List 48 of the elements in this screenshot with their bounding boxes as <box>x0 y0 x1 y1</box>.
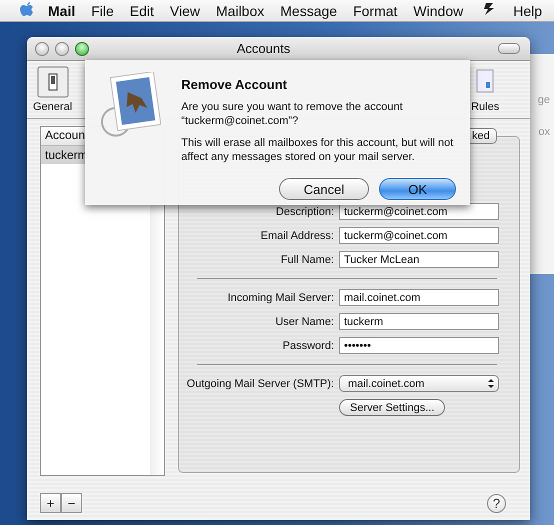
field-label: Password: <box>282 340 334 352</box>
field-label: Email Address: <box>260 230 334 242</box>
text-field[interactable]: tuckerm <box>339 313 499 330</box>
account-row[interactable]: tuckerm <box>41 146 85 164</box>
light-switch-icon <box>36 66 69 98</box>
text-field[interactable]: mail.coinet.com <box>339 289 499 306</box>
script-menu-icon[interactable] <box>483 2 496 16</box>
minimize-button[interactable] <box>55 42 69 56</box>
remove-button[interactable]: − <box>61 493 82 513</box>
field-label: Outgoing Mail Server (SMTP): <box>186 378 334 390</box>
menu-item[interactable]: Format <box>345 2 406 18</box>
toolbar-label: ge <box>538 94 550 106</box>
sheet-detail: This will erase all mailboxes for this account, but will not affect any messages stored on your mail server. <box>181 136 454 164</box>
field-label: Full Name: <box>280 254 334 266</box>
help-button[interactable]: ? <box>487 494 506 512</box>
tab[interactable]: ked <box>469 128 497 144</box>
menu-item[interactable]: Mailbox <box>208 2 272 18</box>
menu-item[interactable]: Message <box>272 2 346 18</box>
menu-item[interactable]: Edit <box>122 2 162 18</box>
sheet-message: Are you sure you want to remove the account “tuckerm@coinet.com”? <box>181 100 404 128</box>
text-field[interactable]: Tucker McLean <box>339 251 499 268</box>
menu-item[interactable]: Help <box>505 2 550 18</box>
field-label: Description: <box>274 206 334 218</box>
toolbar-toggle-button[interactable] <box>498 43 520 54</box>
field-label: Incoming Mail Server: <box>226 292 334 304</box>
menu-item[interactable]: Window <box>405 2 472 18</box>
close-button[interactable] <box>35 42 49 56</box>
apple-logo-icon[interactable] <box>20 1 34 17</box>
server-settings-button[interactable]: Server Settings... <box>339 399 446 416</box>
cancel-button[interactable]: Cancel <box>278 178 370 200</box>
ok-button[interactable]: OK <box>379 178 456 200</box>
app-menu[interactable]: Mail <box>34 2 84 18</box>
text-field[interactable]: tuckerm@coinet.com <box>339 227 499 244</box>
sheet-title: Remove Account <box>181 77 287 92</box>
toolbar-button[interactable]: Rules <box>469 66 502 113</box>
menu-item[interactable]: View <box>162 2 208 18</box>
text-field[interactable]: ••••••• <box>339 337 499 354</box>
text-field[interactable]: tuckerm@coinet.com <box>339 203 499 220</box>
column-header[interactable]: Accoun <box>41 127 85 146</box>
menu-item[interactable]: File <box>83 2 122 18</box>
stepper-arrows-icon <box>486 378 496 389</box>
add-button[interactable]: + <box>40 493 61 513</box>
toolbar-label: ox <box>538 126 550 138</box>
toolbar-button[interactable]: General <box>33 66 72 113</box>
popup-menu[interactable]: mail.coinet.com <box>339 375 499 392</box>
field-label: User Name: <box>274 316 334 328</box>
zoom-button[interactable] <box>75 42 89 56</box>
window-title: Accounts <box>236 41 292 56</box>
